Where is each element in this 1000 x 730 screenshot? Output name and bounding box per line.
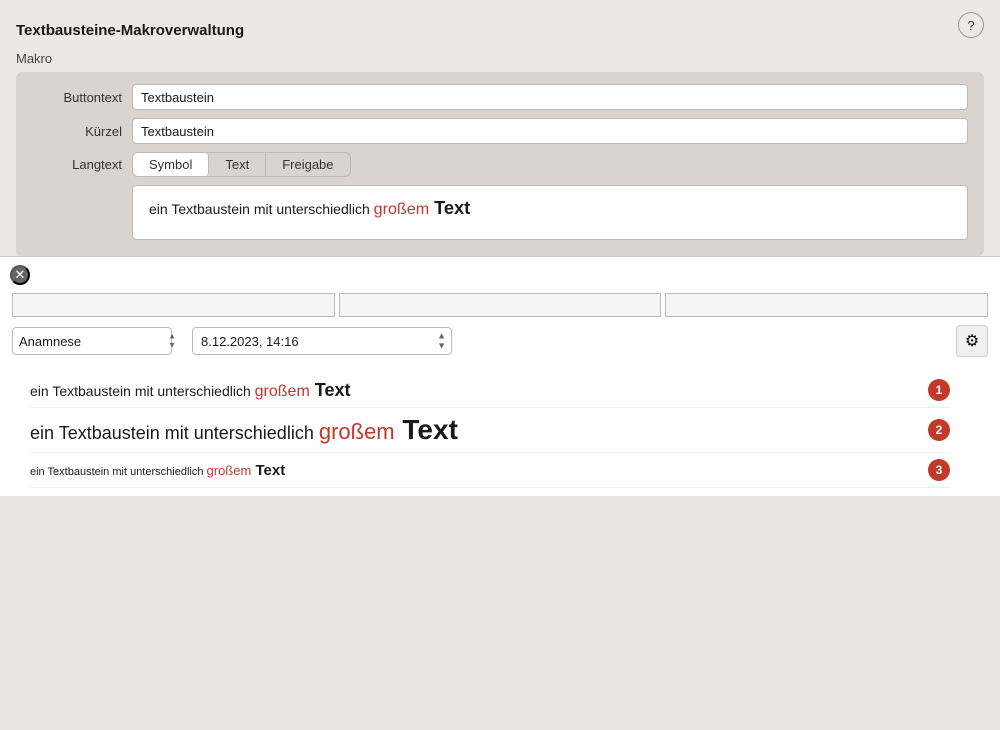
result-3-normal: ein Textbaustein mit unterschiedlich [30, 466, 207, 478]
bottom-panel: ✕ Anamnese Befund Therapie ▲ ▼ ▲ ▼ [0, 256, 1000, 496]
close-button[interactable]: ✕ [10, 265, 30, 285]
badge-3: 3 [928, 459, 950, 481]
gear-icon: ⚙ [965, 331, 979, 351]
tab-symbol[interactable]: Symbol [133, 153, 209, 176]
date-stepper-icon[interactable]: ▲ ▼ [437, 332, 446, 351]
filter-input-1[interactable] [12, 293, 335, 317]
langtext-header: Langtext Symbol Text Freigabe [32, 152, 968, 177]
buttontext-label: Buttontext [32, 90, 132, 105]
gear-button[interactable]: ⚙ [956, 325, 988, 357]
close-icon: ✕ [15, 267, 26, 283]
date-up-icon: ▲ [437, 332, 446, 341]
controls-row: Anamnese Befund Therapie ▲ ▼ ▲ ▼ ⚙ [0, 317, 1000, 365]
result-item-3[interactable]: ein Textbaustein mit unterschiedlich gro… [30, 453, 950, 488]
result-2-bold: Text [395, 414, 458, 445]
langtext-preview: ein Textbaustein mit unterschiedlich gro… [132, 185, 968, 240]
filter-row [0, 285, 1000, 317]
tab-text[interactable]: Text [209, 153, 266, 176]
langtext-label: Langtext [32, 157, 132, 172]
result-text-2: ein Textbaustein mit unterschiedlich gro… [30, 414, 918, 446]
date-input-wrapper: ▲ ▼ [192, 327, 452, 355]
preview-text-red: großem [374, 200, 429, 218]
category-select-wrapper: Anamnese Befund Therapie ▲ ▼ [12, 327, 182, 355]
app-title: Textbausteine-Makroverwaltung [16, 12, 984, 51]
result-1-red: großem [255, 383, 310, 400]
result-item-1[interactable]: ein Textbaustein mit unterschiedlich gro… [30, 373, 950, 408]
tab-group: Symbol Text Freigabe [132, 152, 351, 177]
result-1-bold: Text [310, 380, 351, 400]
form-panel: Buttontext Kürzel Langtext Symbol Text F… [16, 72, 984, 256]
buttontext-input[interactable] [132, 84, 968, 110]
result-3-red: großem [207, 463, 252, 478]
category-select[interactable]: Anamnese Befund Therapie [12, 327, 172, 355]
kuerzel-input[interactable] [132, 118, 968, 144]
result-3-bold: Text [251, 462, 285, 479]
tab-freigabe[interactable]: Freigabe [266, 153, 349, 176]
date-down-icon: ▼ [437, 342, 446, 351]
preview-text-bold: Text [429, 198, 470, 218]
filter-input-2[interactable] [339, 293, 662, 317]
section-label: Makro [16, 51, 984, 66]
result-1-normal: ein Textbaustein mit unterschiedlich [30, 383, 255, 399]
results-list: ein Textbaustein mit unterschiedlich gro… [0, 365, 1000, 496]
result-2-red: großem [319, 419, 395, 444]
kuerzel-row: Kürzel [32, 118, 968, 144]
buttontext-row: Buttontext [32, 84, 968, 110]
kuerzel-label: Kürzel [32, 124, 132, 139]
preview-text-normal: ein Textbaustein mit unterschiedlich [149, 201, 374, 217]
date-input[interactable] [192, 327, 452, 355]
result-item-2[interactable]: ein Textbaustein mit unterschiedlich gro… [30, 408, 950, 453]
result-2-normal: ein Textbaustein mit unterschiedlich [30, 423, 319, 443]
result-text-3: ein Textbaustein mit unterschiedlich gro… [30, 462, 918, 479]
badge-1: 1 [928, 379, 950, 401]
help-button[interactable]: ? [958, 12, 984, 38]
top-panel: Textbausteine-Makroverwaltung ? Makro Bu… [0, 0, 1000, 256]
filter-input-3[interactable] [665, 293, 988, 317]
langtext-section: Langtext Symbol Text Freigabe ein Textba… [32, 152, 968, 240]
result-text-1: ein Textbaustein mit unterschiedlich gro… [30, 380, 918, 401]
badge-2: 2 [928, 419, 950, 441]
